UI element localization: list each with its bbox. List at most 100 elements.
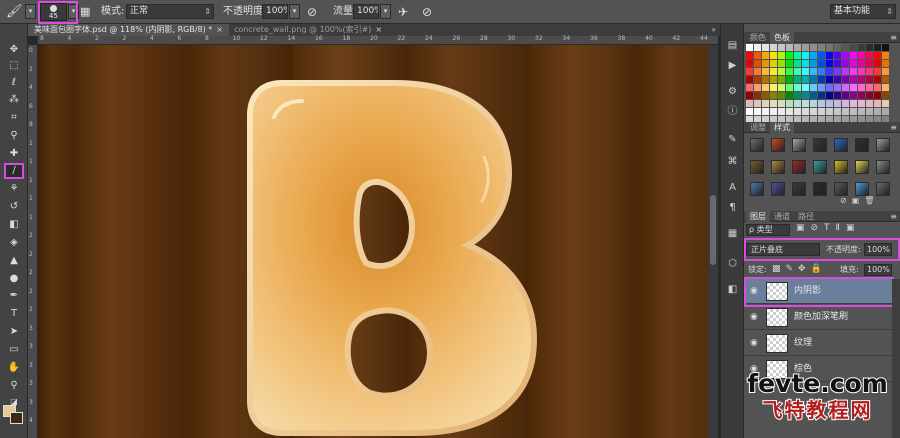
style-preset[interactable]: [771, 182, 785, 196]
color-swatch[interactable]: [746, 52, 753, 59]
color-swatch[interactable]: [850, 100, 857, 107]
airbrush-icon[interactable]: ✈: [398, 0, 408, 24]
color-swatch[interactable]: [818, 108, 825, 115]
color-swatch[interactable]: [882, 108, 889, 115]
color-swatch[interactable]: [834, 52, 841, 59]
color-swatch[interactable]: [882, 52, 889, 59]
color-swatch[interactable]: [858, 60, 865, 67]
brush-panel-icon[interactable]: ⌘: [725, 154, 740, 169]
swatch-panel-icon[interactable]: ▦: [725, 226, 740, 241]
style-preset[interactable]: [813, 138, 827, 152]
marquee-tool-icon[interactable]: ⬚: [4, 58, 24, 74]
color-swatch[interactable]: [786, 60, 793, 67]
paint-bucket-tool-icon[interactable]: ◈: [4, 235, 24, 251]
style-preset[interactable]: [855, 160, 869, 174]
shape-tool-icon[interactable]: ▭: [4, 342, 24, 358]
color-swatch[interactable]: [882, 44, 889, 51]
color-swatch[interactable]: [834, 60, 841, 67]
layer-filter-select[interactable]: ρ 类型: [746, 224, 790, 236]
color-swatch[interactable]: [770, 100, 777, 107]
color-swatch[interactable]: [778, 52, 785, 59]
color-swatch[interactable]: [746, 76, 753, 83]
tabs-overflow-icon[interactable]: »: [711, 24, 716, 36]
style-preset[interactable]: [750, 138, 764, 152]
pressure-opacity-icon[interactable]: ⊘: [307, 0, 317, 24]
color-swatch[interactable]: [746, 92, 753, 99]
color-swatch[interactable]: [818, 84, 825, 91]
color-swatch[interactable]: [802, 44, 809, 51]
tab-adjustments[interactable]: 调整: [746, 122, 770, 133]
color-swatch[interactable]: [754, 108, 761, 115]
color-swatch[interactable]: [810, 52, 817, 59]
color-swatch[interactable]: [762, 108, 769, 115]
move-tool-icon[interactable]: ✥: [4, 42, 24, 58]
color-swatch[interactable]: [786, 100, 793, 107]
color-swatch[interactable]: [762, 60, 769, 67]
color-swatch[interactable]: [762, 100, 769, 107]
color-swatch[interactable]: [762, 68, 769, 75]
workspace-select[interactable]: 基本功能: [830, 4, 896, 19]
style-preset[interactable]: [792, 160, 806, 174]
tab-paths[interactable]: 路径: [794, 211, 818, 222]
color-swatch[interactable]: [794, 100, 801, 107]
color-swatch[interactable]: [794, 60, 801, 67]
color-swatch[interactable]: [858, 84, 865, 91]
eyedropper-tool-icon[interactable]: ⚲: [4, 128, 24, 144]
clone-stamp-tool-icon[interactable]: ⚘: [4, 181, 24, 197]
color-swatch[interactable]: [826, 52, 833, 59]
color-swatch[interactable]: [754, 60, 761, 67]
color-swatch[interactable]: [754, 68, 761, 75]
color-swatch[interactable]: [746, 108, 753, 115]
color-swatch[interactable]: [818, 100, 825, 107]
color-swatch[interactable]: [874, 108, 881, 115]
style-preset[interactable]: [876, 138, 890, 152]
color-swatch[interactable]: [746, 44, 753, 51]
actions-panel-icon[interactable]: ▶: [725, 58, 740, 73]
history-panel-icon[interactable]: ▤: [725, 38, 740, 53]
color-swatch[interactable]: [866, 52, 873, 59]
color-swatch[interactable]: [866, 76, 873, 83]
color-swatch[interactable]: [850, 92, 857, 99]
color-swatch[interactable]: [810, 60, 817, 67]
color-swatch[interactable]: [802, 60, 809, 67]
color-swatch[interactable]: [826, 108, 833, 115]
color-swatch[interactable]: [874, 52, 881, 59]
color-swatch[interactable]: [858, 52, 865, 59]
lock-icons[interactable]: ▩✎✥🔒: [772, 264, 827, 274]
panel-menu-icon[interactable]: ≡: [890, 32, 897, 43]
color-swatch[interactable]: [794, 108, 801, 115]
color-swatch[interactable]: [834, 108, 841, 115]
color-swatch[interactable]: [770, 60, 777, 67]
color-swatch[interactable]: [818, 60, 825, 67]
opacity-input[interactable]: 100%: [262, 4, 288, 19]
color-swatch[interactable]: [834, 92, 841, 99]
color-swatch[interactable]: [882, 76, 889, 83]
color-swatch[interactable]: [866, 92, 873, 99]
canvas[interactable]: [38, 45, 708, 438]
color-swatch[interactable]: [874, 44, 881, 51]
crop-tool-icon[interactable]: ⌗: [4, 110, 24, 126]
color-swatch[interactable]: [858, 44, 865, 51]
color-swatch[interactable]: [874, 100, 881, 107]
color-swatch[interactable]: [786, 108, 793, 115]
color-swatch[interactable]: [762, 44, 769, 51]
info-panel-icon[interactable]: ⓘ: [725, 104, 740, 119]
color-swatch[interactable]: [778, 68, 785, 75]
color-swatch[interactable]: [842, 44, 849, 51]
color-swatch[interactable]: [826, 60, 833, 67]
color-swatch[interactable]: [794, 76, 801, 83]
color-swatch[interactable]: [826, 44, 833, 51]
brush-tool-icon[interactable]: /: [4, 163, 24, 179]
styles-footer-icons[interactable]: ⊘ ▣ 🗑: [840, 196, 875, 205]
tab-dough-font-doc[interactable]: 美味面包圈字体.psd @ 118% (内阴影, RGB/8) * ×: [28, 24, 229, 36]
lasso-tool-icon[interactable]: ℓ: [4, 75, 24, 91]
color-swatch[interactable]: [770, 52, 777, 59]
color-swatch[interactable]: [874, 92, 881, 99]
close-icon[interactable]: ×: [216, 25, 223, 34]
color-swatch[interactable]: [794, 92, 801, 99]
zoom-tool-icon[interactable]: ⚲: [4, 378, 24, 394]
color-swatch[interactable]: [762, 52, 769, 59]
character-panel-icon[interactable]: A: [725, 180, 740, 195]
color-swatch[interactable]: [794, 84, 801, 91]
visibility-eye-icon[interactable]: ◉: [750, 338, 758, 348]
